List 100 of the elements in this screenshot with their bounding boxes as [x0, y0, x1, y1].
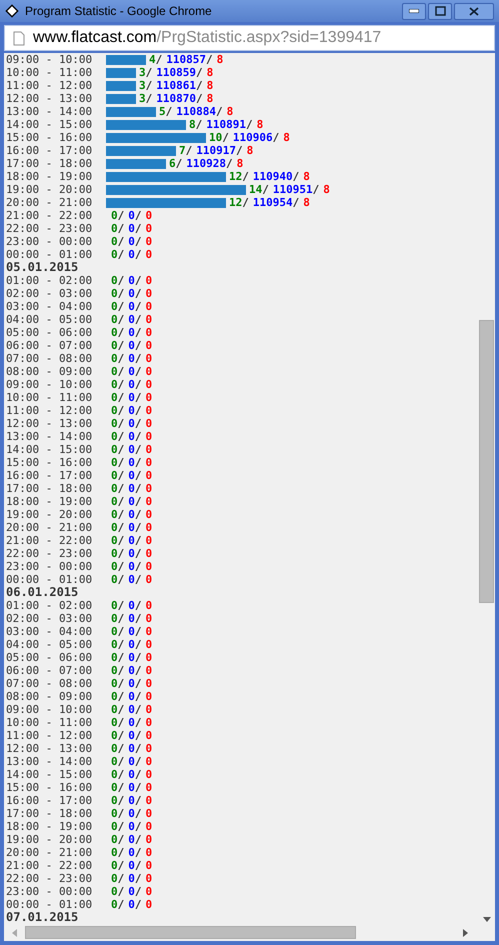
stat-values: 0/ 0/ 0: [111, 235, 152, 248]
time-range: 11:00 - 12:00: [6, 79, 94, 92]
time-range: 11:00 - 12:00: [6, 404, 94, 417]
stat-values: 0/ 0/ 0: [111, 547, 152, 560]
time-range: 16:00 - 17:00: [6, 144, 94, 157]
minimize-icon: [409, 9, 419, 13]
time-range: 17:00 - 18:00: [6, 157, 94, 170]
stat-values: 0/ 0/ 0: [111, 820, 152, 833]
time-range: 13:00 - 14:00: [6, 105, 94, 118]
time-range: 18:00 - 19:00: [6, 820, 94, 833]
time-range: 15:00 - 16:00: [6, 456, 94, 469]
time-range: 04:00 - 05:00: [6, 638, 94, 651]
bar: [106, 158, 166, 168]
time-range: 06:00 - 07:00: [6, 339, 94, 352]
stat-values: 0/ 0/ 0: [111, 573, 152, 586]
stat-values: 10/ 110906/ 8: [209, 131, 290, 144]
time-range: 16:00 - 17:00: [6, 794, 94, 807]
stat-values: 0/ 0/ 0: [111, 508, 152, 521]
page-icon: [13, 30, 25, 46]
time-range: 08:00 - 09:00: [6, 690, 94, 703]
time-range: 01:00 - 02:00: [6, 274, 94, 287]
stat-values: 0/ 0/ 0: [111, 248, 152, 261]
stat-values: 0/ 0/ 0: [111, 274, 152, 287]
stat-values: 0/ 0/ 0: [111, 651, 152, 664]
time-range: 07:00 - 08:00: [6, 352, 94, 365]
stat-values: 0/ 0/ 0: [111, 443, 152, 456]
stat-values: 12/ 110940/ 8: [229, 170, 310, 183]
stat-values: 0/ 0/ 0: [111, 365, 152, 378]
stat-values: 0/ 0/ 0: [111, 222, 152, 235]
maximize-button[interactable]: [428, 2, 452, 20]
bar: [106, 94, 136, 104]
stat-values: 0/ 0/ 0: [111, 638, 152, 651]
stat-values: 0/ 0/ 0: [111, 482, 152, 495]
stat-values: 0/ 0/ 0: [111, 352, 152, 365]
time-range: 20:00 - 21:00: [6, 521, 94, 534]
stat-values: 0/ 0/ 0: [111, 456, 152, 469]
time-range: 18:00 - 19:00: [6, 170, 94, 183]
stat-values: 0/ 0/ 0: [111, 469, 152, 482]
time-range: 10:00 - 11:00: [6, 716, 94, 729]
stat-values: 0/ 0/ 0: [111, 794, 152, 807]
time-range: 09:00 - 10:00: [6, 53, 94, 66]
stat-values: 0/ 0/ 0: [111, 690, 152, 703]
stat-values: 6/ 110928/ 8: [169, 157, 244, 170]
scroll-right-icon[interactable]: [463, 928, 468, 936]
time-range: 17:00 - 18:00: [6, 807, 94, 820]
stat-values: 0/ 0/ 0: [111, 300, 152, 313]
time-range: 12:00 - 13:00: [6, 417, 94, 430]
address-bar[interactable]: www.flatcast.com/PrgStatistic.aspx?sid=1399417: [4, 25, 495, 51]
time-range: 10:00 - 11:00: [6, 391, 94, 404]
stat-values: 0/ 0/ 0: [111, 716, 152, 729]
scrollbar-thumb[interactable]: [25, 926, 356, 939]
date-heading: 07.01.2015: [6, 911, 78, 924]
scrollbar-thumb[interactable]: [479, 320, 494, 603]
stat-values: 12/ 110954/ 8: [229, 196, 310, 209]
stat-values: 3/ 110859/ 8: [139, 66, 214, 79]
time-range: 20:00 - 21:00: [6, 846, 94, 859]
stat-values: 0/ 0/ 0: [111, 768, 152, 781]
date-heading: 06.01.2015: [6, 586, 78, 599]
stat-values: 0/ 0/ 0: [111, 287, 152, 300]
stat-values: 0/ 0/ 0: [111, 612, 152, 625]
stat-values: 0/ 0/ 0: [111, 898, 152, 911]
stat-values: 0/ 0/ 0: [111, 807, 152, 820]
stat-values: 0/ 0/ 0: [111, 209, 152, 222]
time-range: 14:00 - 15:00: [6, 768, 94, 781]
time-range: 05:00 - 06:00: [6, 326, 94, 339]
stat-values: 0/ 0/ 0: [111, 664, 152, 677]
time-range: 14:00 - 15:00: [6, 443, 94, 456]
stat-values: 0/ 0/ 0: [111, 677, 152, 690]
stat-values: 0/ 0/ 0: [111, 404, 152, 417]
stat-values: 4/ 110857/ 8: [149, 53, 224, 66]
stat-values: 0/ 0/ 0: [111, 599, 152, 612]
close-icon: [469, 6, 479, 16]
time-range: 15:00 - 16:00: [6, 131, 94, 144]
time-range: 00:00 - 01:00: [6, 573, 94, 586]
close-button[interactable]: [454, 2, 494, 20]
time-range: 04:00 - 05:00: [6, 313, 94, 326]
time-range: 17:00 - 18:00: [6, 482, 94, 495]
bar: [106, 146, 176, 156]
time-range: 05:00 - 06:00: [6, 651, 94, 664]
time-range: 23:00 - 00:00: [6, 560, 94, 573]
minimize-button[interactable]: [402, 2, 426, 20]
url-text: www.flatcast.com/PrgStatistic.aspx?sid=1399417: [33, 28, 382, 48]
stat-values: 0/ 0/ 0: [111, 755, 152, 768]
app-icon: [5, 4, 19, 18]
stat-values: 7/ 110917/ 8: [179, 144, 254, 157]
stat-values: 0/ 0/ 0: [111, 560, 152, 573]
time-range: 03:00 - 04:00: [6, 300, 94, 313]
stat-values: 0/ 0/ 0: [111, 417, 152, 430]
stat-values: 0/ 0/ 0: [111, 313, 152, 326]
time-range: 19:00 - 20:00: [6, 508, 94, 521]
scroll-down-icon[interactable]: [482, 917, 490, 922]
stat-values: 0/ 0/ 0: [111, 729, 152, 742]
date-heading: 05.01.2015: [6, 261, 78, 274]
stat-values: 0/ 0/ 0: [111, 833, 152, 846]
bar: [106, 106, 156, 116]
time-range: 22:00 - 23:00: [6, 547, 94, 560]
bar: [106, 80, 136, 90]
stat-values: 0/ 0/ 0: [111, 625, 152, 638]
time-range: 09:00 - 10:00: [6, 703, 94, 716]
maximize-icon: [434, 6, 446, 16]
